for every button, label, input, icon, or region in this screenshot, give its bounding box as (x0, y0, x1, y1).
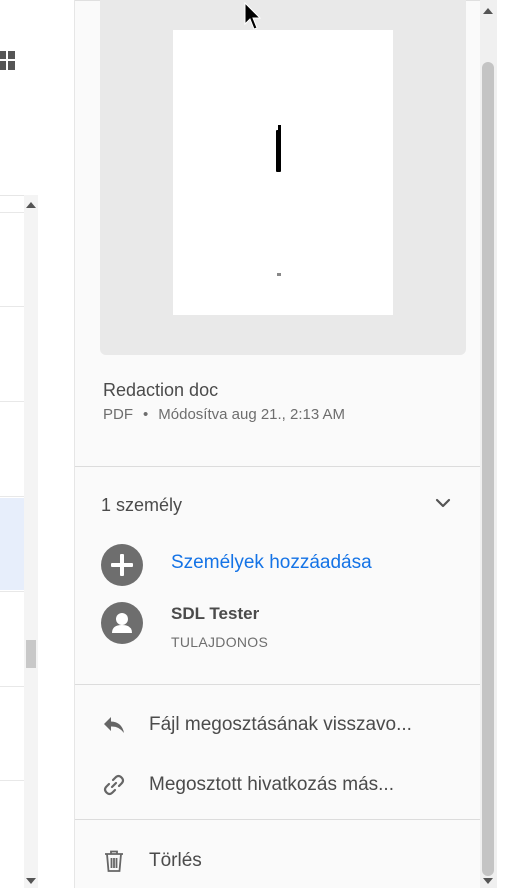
user-role: TULAJDONOS (171, 634, 269, 650)
page-footer-mark (277, 273, 281, 276)
copy-link-button[interactable]: Megosztott hivatkozás más... (75, 764, 481, 804)
add-people-label: Személyek hozzáadása (171, 552, 372, 573)
meta-separator: • (143, 406, 149, 423)
grid-view-icon[interactable] (0, 48, 16, 74)
file-details-panel: Redaction doc PDF • Módosítva aug 21., 2:1… (74, 0, 481, 888)
scroll-down-arrow-icon[interactable] (24, 874, 38, 888)
file-meta: PDF • Módosítva aug 21., 2:13 AM (103, 406, 345, 423)
list-item-divider (0, 496, 24, 497)
section-divider (75, 466, 481, 467)
list-top-divider (0, 195, 24, 196)
delete-label: Törlés (149, 850, 202, 871)
link-icon (103, 774, 125, 796)
delete-button[interactable]: Törlés (75, 840, 481, 880)
user-name: SDL Tester (171, 604, 260, 623)
list-item-divider (0, 212, 24, 213)
revoke-sharing-label: Fájl megosztásának visszavo... (149, 714, 412, 735)
list-item-selected[interactable] (0, 498, 24, 590)
people-section-header[interactable]: 1 személy (75, 485, 481, 525)
file-name: Redaction doc (103, 380, 219, 400)
revoke-sharing-button[interactable]: Fájl megosztásának visszavo... (75, 704, 481, 744)
scroll-down-arrow-icon[interactable] (481, 874, 495, 888)
mouse-cursor-icon (244, 2, 262, 30)
people-count: 1 személy (101, 495, 183, 515)
file-list-pane (0, 0, 74, 888)
file-modified: Módosítva aug 21., 2:13 AM (158, 406, 346, 423)
section-divider (75, 819, 481, 820)
add-circle-icon (101, 544, 143, 586)
window-edge (497, 0, 506, 888)
file-type: PDF (103, 406, 133, 423)
redaction-mark (276, 130, 281, 172)
section-divider (75, 684, 481, 685)
list-item-divider (0, 591, 24, 592)
list-item-divider (0, 686, 24, 687)
scroll-up-arrow-icon[interactable] (481, 4, 495, 18)
document-thumbnail[interactable] (100, 0, 466, 355)
user-list-item: SDL Tester TULAJDONOS (75, 600, 481, 652)
list-scrollbar[interactable] (24, 195, 38, 888)
list-item-divider (0, 401, 24, 402)
user-avatar-icon (101, 602, 143, 644)
copy-link-label: Megosztott hivatkozás más... (149, 774, 394, 795)
panel-scrollbar-thumb[interactable] (482, 62, 494, 876)
trash-icon (105, 850, 123, 872)
list-scrollbar-thumb[interactable] (26, 640, 36, 668)
list-item-divider (0, 306, 24, 307)
scroll-up-arrow-icon[interactable] (24, 198, 38, 212)
document-page-preview (173, 30, 393, 315)
reply-arrow-icon (104, 717, 124, 733)
list-item-divider (0, 780, 24, 781)
chevron-down-icon[interactable] (433, 493, 453, 513)
add-people-button[interactable]: Személyek hozzáadása (75, 542, 481, 586)
